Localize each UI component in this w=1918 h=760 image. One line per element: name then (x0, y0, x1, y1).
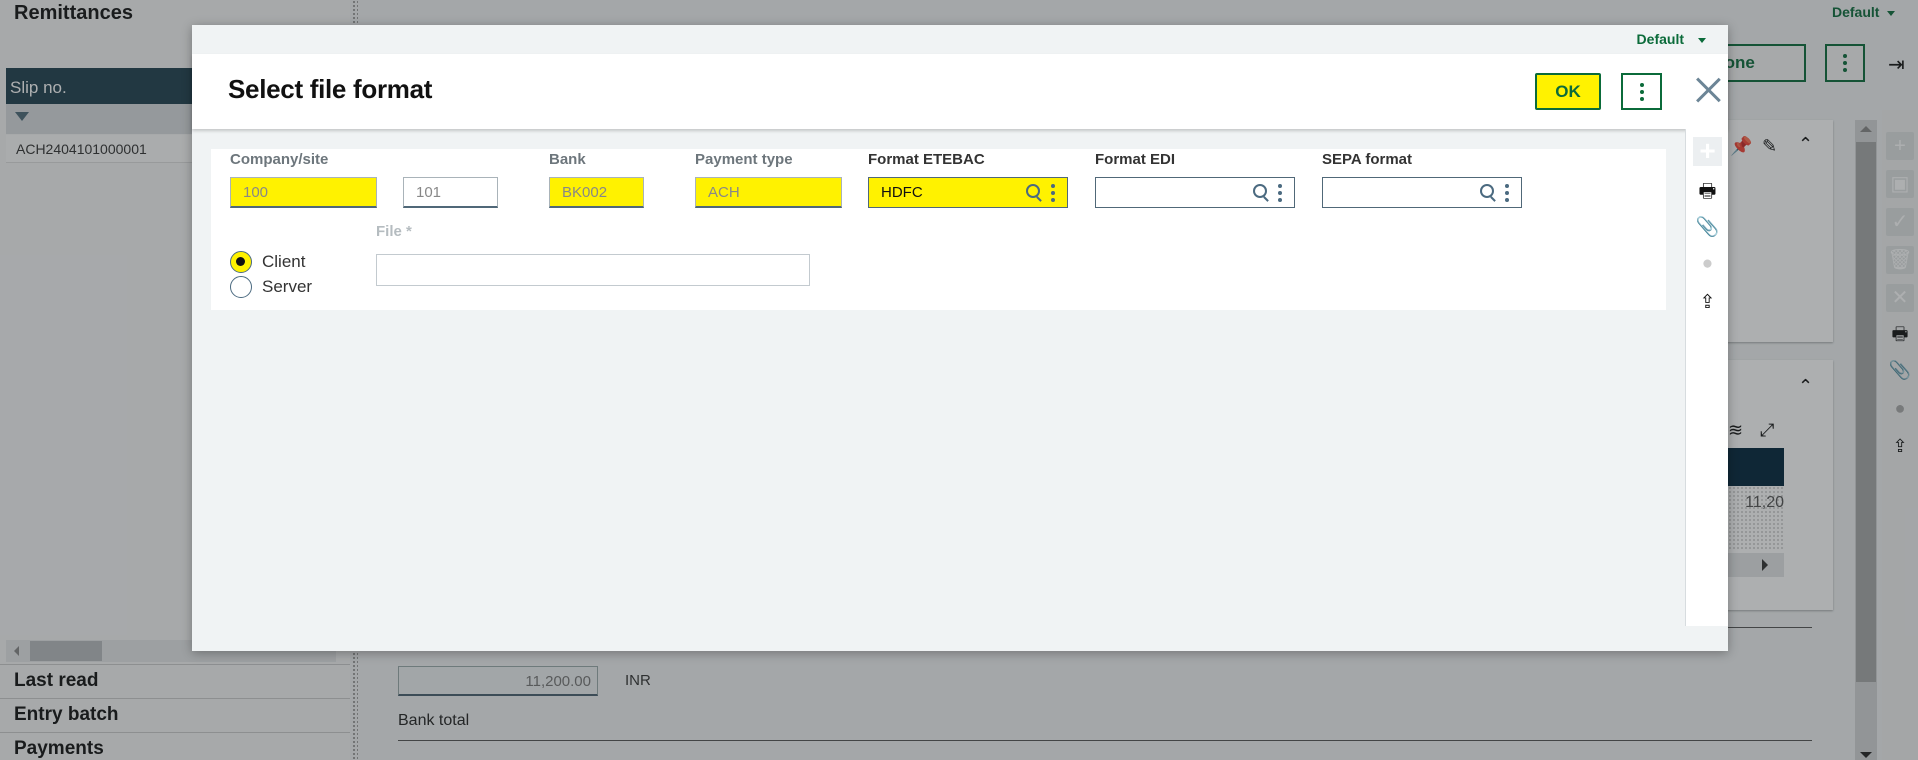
dialog-more-button[interactable] (1621, 73, 1662, 110)
more-vertical-icon[interactable] (1051, 184, 1055, 202)
dialog-header: Select file format OK (192, 54, 1728, 129)
dialog-topbar: Default (192, 25, 1728, 54)
sepa-format-label: SEPA format (1322, 151, 1413, 168)
format-etebac-label: Format ETEBAC (868, 151, 985, 168)
close-icon[interactable] (1694, 76, 1722, 104)
caret-down-icon (1698, 37, 1706, 43)
file-label: File * (376, 223, 412, 240)
format-edi-field[interactable] (1095, 177, 1295, 208)
radio-server-label: Server (262, 277, 313, 296)
form-card: Company/site 100 101 Bank BK002 Payment … (211, 149, 1666, 310)
comment-icon[interactable]: ● (1693, 253, 1722, 275)
print-icon[interactable]: 🖶 (1693, 177, 1722, 209)
bank-field[interactable]: BK002 (549, 177, 644, 208)
select-file-format-dialog: Default Select file format OK Company/si… (192, 25, 1728, 651)
payment-type-field[interactable]: ACH (695, 177, 842, 208)
radio-client-label: Client (262, 252, 306, 271)
sepa-format-field[interactable] (1322, 177, 1522, 208)
required-mark: * (406, 223, 412, 240)
dialog-toolbar: + 🖶 📎 ● ⇪ (1685, 129, 1728, 626)
radio-unchecked-icon[interactable] (230, 276, 252, 298)
radio-checked-icon[interactable] (230, 251, 252, 273)
company-site-label: Company/site (230, 151, 329, 168)
more-vertical-icon[interactable] (1278, 184, 1282, 202)
search-icon[interactable] (1253, 184, 1267, 198)
payment-type-label: Payment type (695, 151, 793, 168)
more-vertical-icon[interactable] (1505, 184, 1509, 202)
dialog-title: Select file format (228, 74, 433, 104)
dialog-body: Company/site 100 101 Bank BK002 Payment … (192, 129, 1685, 651)
search-icon[interactable] (1480, 184, 1494, 198)
file-input[interactable] (376, 254, 810, 286)
search-icon[interactable] (1026, 184, 1040, 198)
radio-server[interactable]: Server (230, 276, 312, 298)
format-edi-label: Format EDI (1095, 151, 1176, 168)
company-site-field[interactable]: 100 (230, 177, 377, 208)
file-label-text: File (376, 223, 402, 240)
plus-icon[interactable]: + (1693, 137, 1722, 166)
share-icon[interactable]: ⇪ (1693, 291, 1722, 314)
format-etebac-field[interactable]: HDFC (868, 177, 1068, 208)
format-etebac-value: HDFC (881, 184, 923, 201)
site-field[interactable]: 101 (403, 177, 498, 208)
bank-label: Bank (549, 151, 586, 168)
ok-button[interactable]: OK (1535, 73, 1601, 110)
paperclip-icon[interactable]: 📎 (1693, 215, 1722, 239)
preset-label: Default (1636, 31, 1684, 47)
more-vertical-icon (1639, 82, 1644, 101)
dialog-preset-dropdown[interactable]: Default (1637, 31, 1706, 47)
radio-client[interactable]: Client (230, 251, 305, 273)
